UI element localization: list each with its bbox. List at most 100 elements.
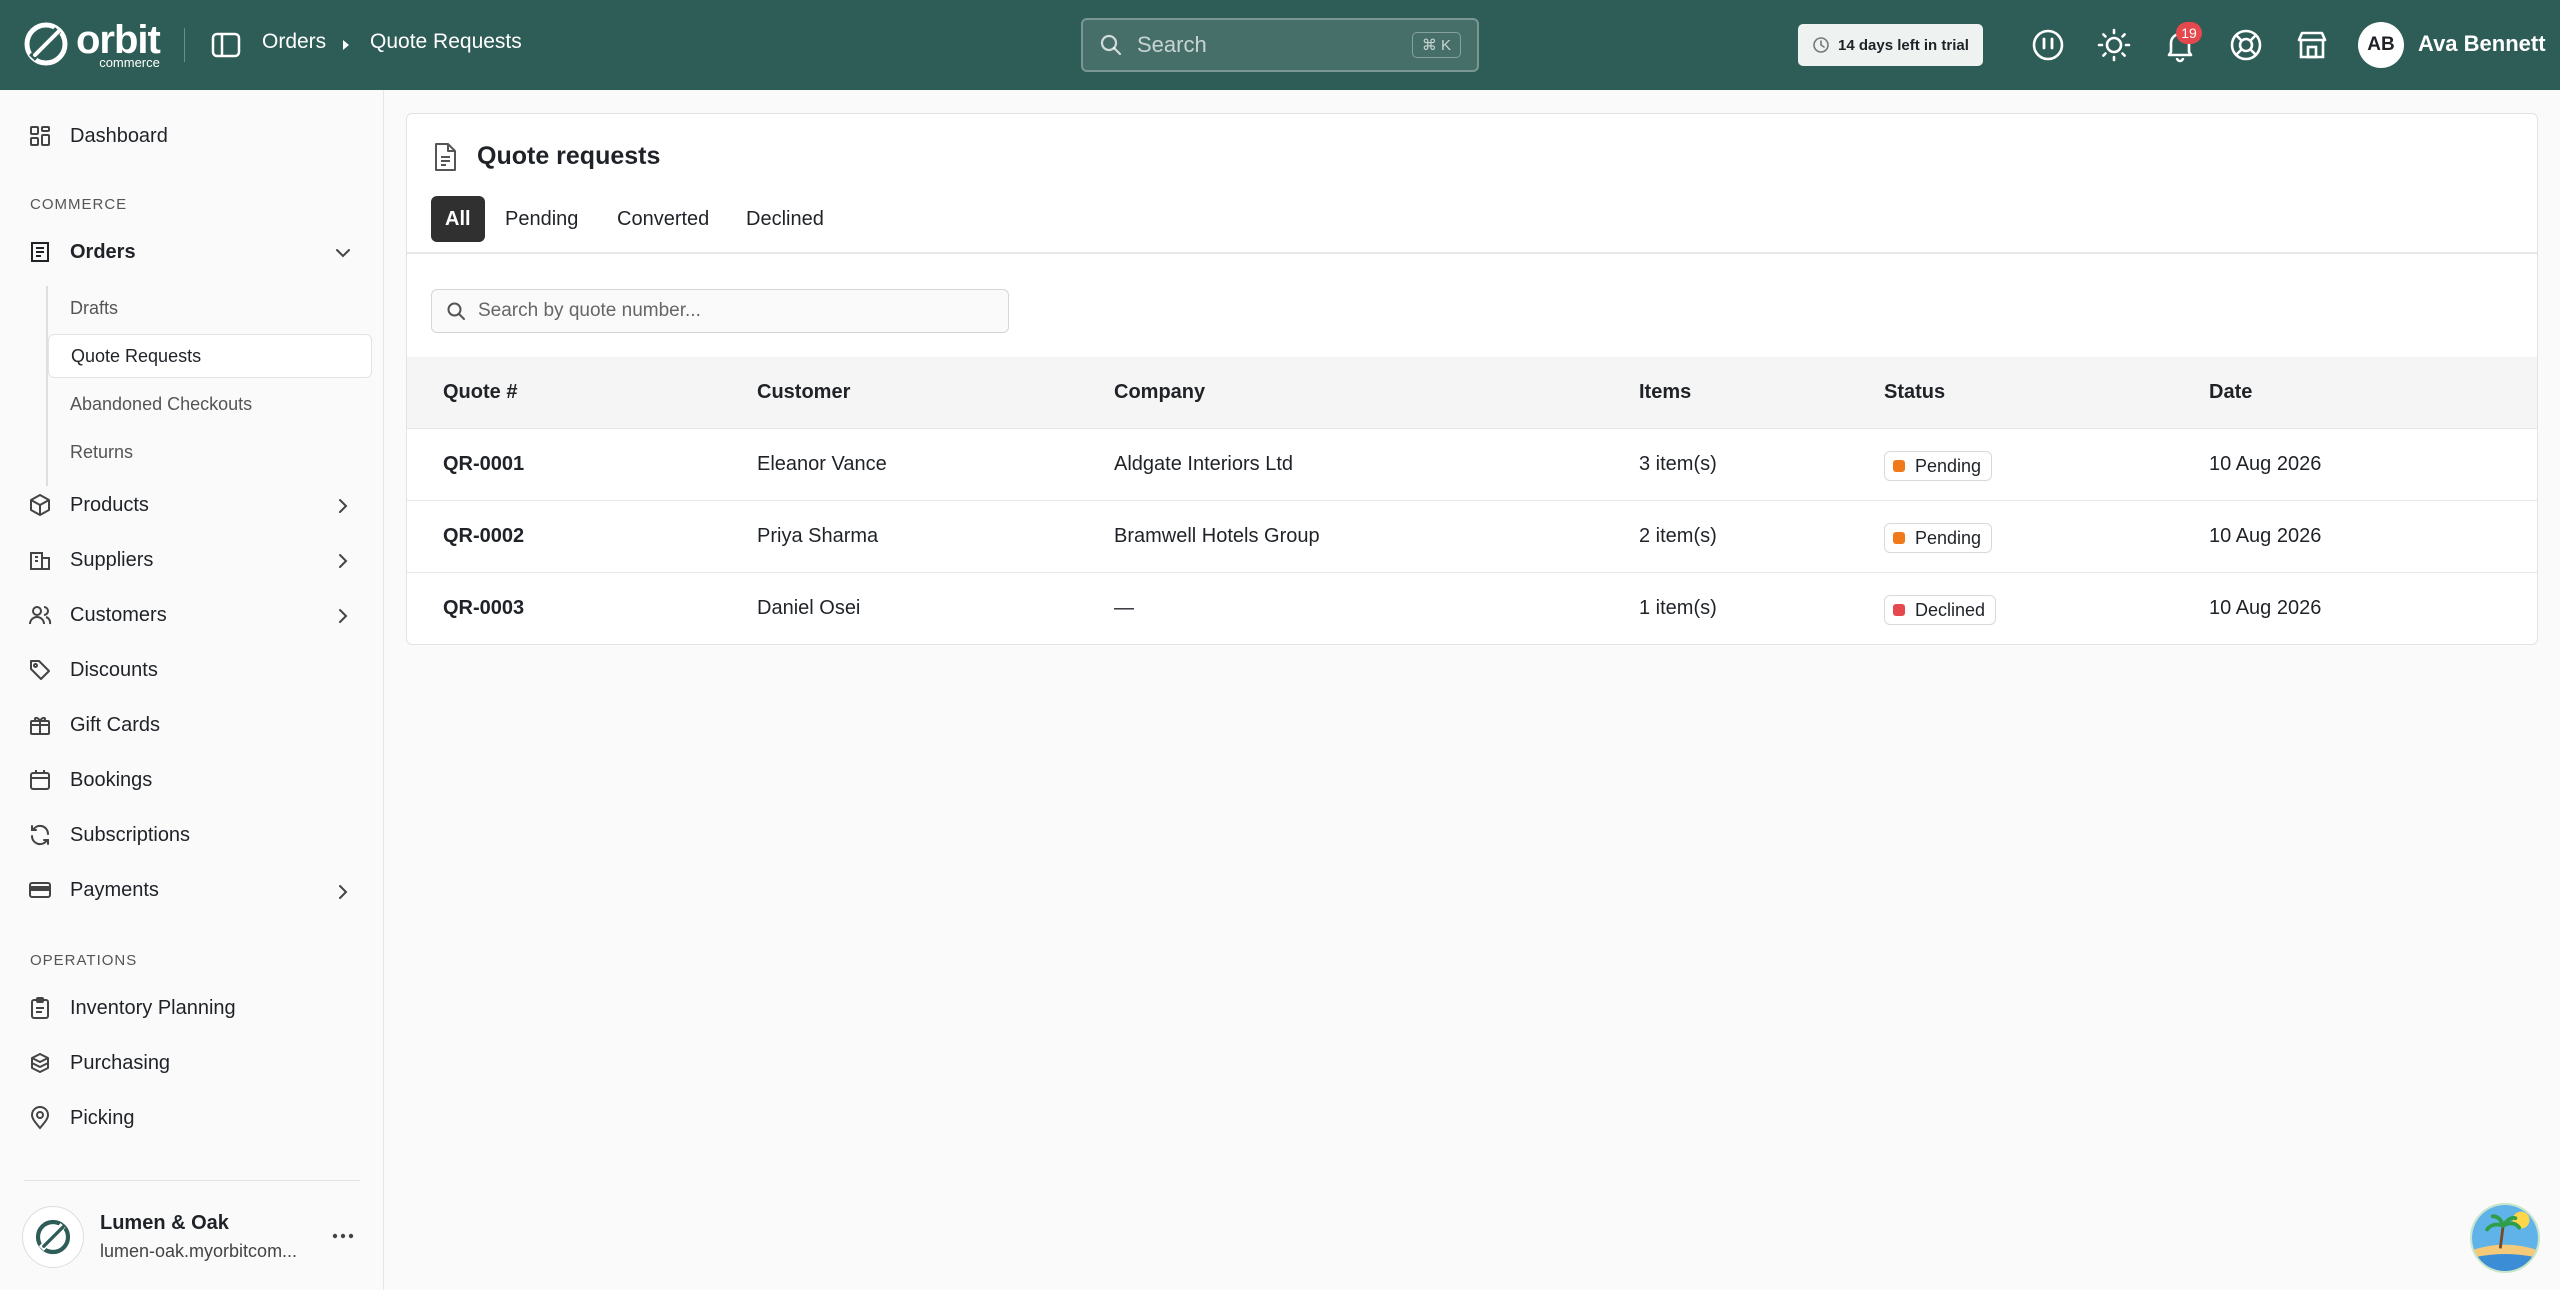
orbit-logo-icon [24,22,68,66]
chevron-right-icon[interactable] [332,550,354,572]
user-avatar[interactable]: AB [2358,22,2404,68]
sidebar-item-bookings[interactable]: Bookings [28,758,152,802]
assistant-launcher-icon[interactable] [2470,1203,2540,1273]
sidebar-subitem-drafts[interactable]: Drafts [48,286,372,330]
store-url: lumen-oak.myorbitcom... [100,1241,298,1261]
sidebar-item-purchasing[interactable]: Purchasing [28,1041,170,1085]
quote-date: 10 Aug 2026 [2209,453,2322,475]
clipboard-icon [31,997,49,1019]
brand-logo[interactable]: orbit commerce [22,17,161,70]
chevron-down-icon[interactable] [332,242,354,264]
sidebar: Dashboard COMMERCE Orders Drafts Quote R… [0,90,384,1290]
sidebar-item-dashboard[interactable]: Dashboard [28,114,168,158]
status-label: Pending [1915,527,1982,548]
tab-declined[interactable]: Declined [732,196,838,242]
quote-id[interactable]: QR-0002 [443,525,524,548]
customer-name: Priya Sharma [757,525,879,547]
quote-id[interactable]: QR-0001 [443,453,524,476]
table-header: Quote # Customer Company Items Status Da… [407,357,2537,429]
sidebar-subitem-quote-requests[interactable]: Quote Requests [48,334,372,378]
store-icon[interactable] [2294,27,2330,63]
sidebar-label: Customers [70,603,167,626]
sidebar-item-orders[interactable]: Orders [28,230,136,274]
chevron-right-icon[interactable] [332,881,354,903]
clock-icon [1813,37,1829,53]
calendar-icon [30,770,50,790]
sidebar-item-suppliers[interactable]: Suppliers [28,538,153,582]
breadcrumb-orders[interactable]: Orders [262,30,326,54]
status-badge: Declined [1884,595,1997,625]
sidebar-label: Gift Cards [70,713,161,736]
sidebar-item-subscriptions[interactable]: Subscriptions [28,813,190,857]
section-commerce: COMMERCE [30,196,128,213]
sun-icon[interactable] [2096,27,2132,63]
status-badge: Pending [1884,451,1993,481]
column-header-company[interactable]: Company [1114,381,1205,404]
column-header-date[interactable]: Date [2209,381,2252,404]
customer-name: Eleanor Vance [757,453,887,475]
table-row[interactable]: QR-0002 Priya Sharma Bramwell Hotels Gro… [407,500,2537,572]
table-row[interactable]: QR-0003 Daniel Osei — 1 item(s) Declined… [407,572,2537,644]
top-bar: orbit commerce Orders Quote Requests Sea… [0,0,2560,90]
store-name: Lumen & Oak [100,1212,229,1234]
sidebar-subitem-returns[interactable]: Returns [48,430,372,474]
chevron-right-icon[interactable] [332,605,354,627]
map-pin-icon [30,1106,50,1130]
orbit-logo-icon [35,1219,71,1255]
sidebar-item-picking[interactable]: Picking [28,1096,134,1140]
breadcrumb-current: Quote Requests [370,30,522,53]
status-dot [1893,460,1905,472]
feedback-icon[interactable] [2030,27,2066,63]
sidebar-subitem-abandoned-checkouts[interactable]: Abandoned Checkouts [48,382,372,426]
status-label: Pending [1915,455,1982,476]
user-name[interactable]: Ava Bennett [2418,31,2546,57]
quote-search-input[interactable]: Search by quote number... [431,289,1009,333]
status-label: Declined [1915,599,1986,620]
gift-icon [30,717,50,735]
item-count: 3 item(s) [1639,453,1717,475]
brand-word: orbit [76,17,161,62]
quote-id[interactable]: QR-0003 [443,597,524,620]
sidebar-item-products[interactable]: Products [28,483,149,527]
column-header-status[interactable]: Status [1884,381,1945,404]
panel-icon[interactable] [210,29,242,61]
trial-label: 14 days left in trial [1838,36,1969,54]
tab-pending[interactable]: Pending [491,196,592,242]
section-operations: OPERATIONS [30,952,138,969]
building-icon [30,552,50,570]
store-switcher[interactable]: Lumen & Oak lumen-oak.myorbitcom... [22,1202,362,1272]
help-icon[interactable] [2228,27,2264,63]
column-header-customer[interactable]: Customer [757,381,850,404]
refresh-icon [30,824,50,846]
sidebar-label: Products [70,493,149,516]
trial-badge[interactable]: 14 days left in trial [1798,24,1983,66]
card-divider [407,252,2537,254]
sidebar-item-inventory-planning[interactable]: Inventory Planning [28,986,236,1030]
sidebar-item-discounts[interactable]: Discounts [28,648,158,692]
store-logo [22,1206,84,1268]
sidebar-label: Inventory Planning [70,996,236,1019]
quote-requests-card: Quote requests All Pending Converted Dec… [406,113,2538,645]
dashboard-icon [30,126,50,146]
sidebar-label: Picking [70,1106,135,1129]
tab-converted[interactable]: Converted [603,196,723,242]
column-header-items[interactable]: Items [1639,381,1691,404]
quote-search-placeholder: Search by quote number... [478,300,701,321]
sidebar-label: Dashboard [70,124,168,147]
global-search-input[interactable]: Search ⌘ K [1081,18,1479,72]
box-icon [30,494,50,516]
more-horizontal-icon[interactable] [326,1224,360,1248]
company-name: Aldgate Interiors Ltd [1114,453,1293,475]
tab-all[interactable]: All [431,196,485,242]
orders-icon [31,242,49,262]
quote-date: 10 Aug 2026 [2209,525,2322,547]
table-row[interactable]: QR-0001 Eleanor Vance Aldgate Interiors … [407,428,2537,500]
chevron-right-icon[interactable] [332,495,354,517]
document-icon [435,143,456,171]
sidebar-item-payments[interactable]: Payments [28,868,159,912]
sidebar-label: Subscriptions [70,823,191,846]
customer-name: Daniel Osei [757,597,861,619]
sidebar-item-gift-cards[interactable]: Gift Cards [28,703,160,747]
column-header-quote[interactable]: Quote # [443,381,517,404]
sidebar-item-customers[interactable]: Customers [28,593,167,637]
